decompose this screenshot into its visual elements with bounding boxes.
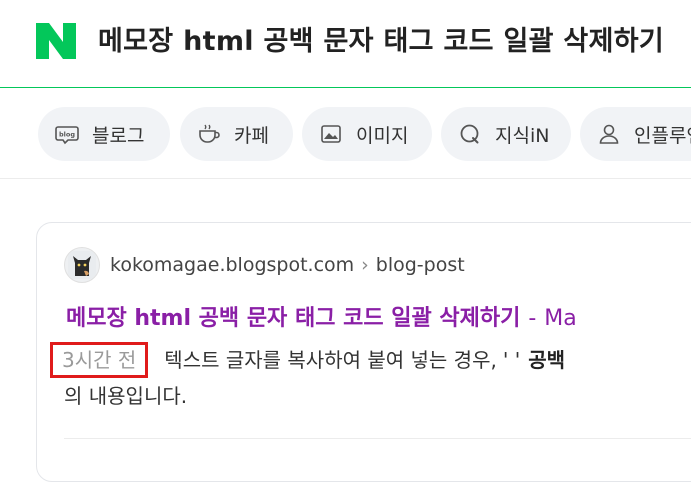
cafe-cup-icon <box>196 121 222 147</box>
breadcrumb-separator: › <box>361 254 369 276</box>
tab-influencer-label: 인플루언서 <box>634 124 691 147</box>
title-dash: - <box>528 306 537 331</box>
search-category-tabs: blog 블로그 카페 이미지 지식iN 인플루 <box>0 89 691 179</box>
search-query[interactable]: 메모장 html 공백 문자 태그 코드 일괄 삭제하기 <box>98 22 664 62</box>
blog-avatar[interactable] <box>64 247 100 283</box>
image-icon <box>318 121 344 147</box>
time-ago-highlight: 3시간 전 <box>50 342 149 378</box>
source-site[interactable]: kokomagae.blogspot.com <box>110 254 354 276</box>
svg-text:blog: blog <box>59 131 75 139</box>
tab-kin[interactable]: 지식iN <box>441 107 571 161</box>
tab-blog-label: 블로그 <box>92 124 145 147</box>
result-title[interactable]: 메모장 html 공백 문자 태그 코드 일괄 삭제하기 <box>66 306 520 331</box>
blog-icon: blog <box>54 121 80 147</box>
source-path[interactable]: blog-post <box>376 254 465 276</box>
result-source[interactable]: kokomagae.blogspot.com › blog-post <box>64 247 465 283</box>
result-snippet[interactable]: 3시간 전 텍스트 글자를 복사하여 붙여 넣는 경우, ' ' 공백 의 내용… <box>50 342 691 414</box>
snippet-text: 텍스트 글자를 복사하여 붙여 넣는 경우, <box>164 348 497 372</box>
tab-image-label: 이미지 <box>356 124 409 147</box>
snippet-quote: ' ' <box>502 348 521 372</box>
title-site-name[interactable]: Ma <box>544 306 576 331</box>
tab-influencer[interactable]: 인플루언서 <box>580 107 691 161</box>
snippet-line-2: 의 내용입니다. <box>64 384 188 408</box>
cat-avatar-icon <box>68 251 96 279</box>
result-title-link[interactable]: 메모장 html 공백 문자 태그 코드 일괄 삭제하기 - Ma <box>66 302 577 336</box>
naver-logo-icon[interactable] <box>36 23 76 59</box>
tab-cafe[interactable]: 카페 <box>180 107 293 161</box>
search-header: 메모장 html 공백 문자 태그 코드 일괄 삭제하기 <box>0 0 691 88</box>
tab-kin-label: 지식iN <box>495 124 550 147</box>
tab-cafe-label: 카페 <box>234 124 269 147</box>
tab-image[interactable]: 이미지 <box>302 107 432 161</box>
tab-blog[interactable]: blog 블로그 <box>38 107 170 161</box>
snippet-keyword: 공백 <box>528 348 566 372</box>
kin-q-icon <box>457 121 483 147</box>
result-divider <box>64 438 691 439</box>
person-icon <box>596 121 622 147</box>
